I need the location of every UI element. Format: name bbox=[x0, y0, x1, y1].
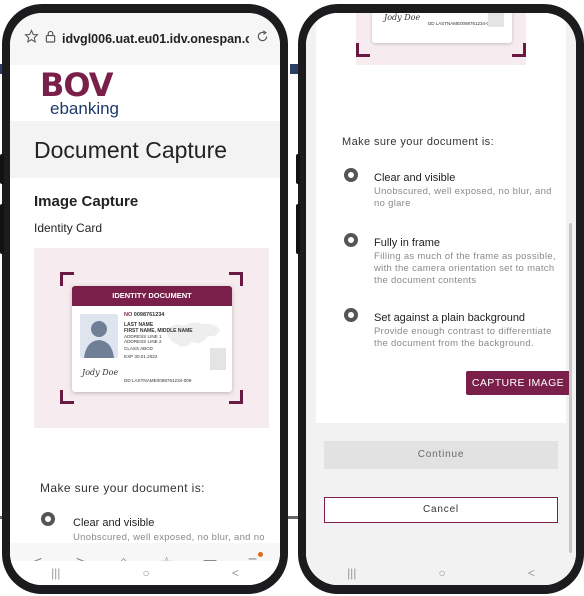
frame-corner bbox=[229, 390, 243, 404]
right-screen: Jody Doe DD LASTNAME0098761234-009 Make … bbox=[306, 13, 576, 585]
id-card-photo bbox=[80, 314, 118, 358]
id-card-dd: DD LASTNAME0098761234-009 bbox=[124, 378, 192, 383]
continue-button[interactable]: Continue bbox=[324, 441, 558, 469]
capture-image-button[interactable]: CAPTURE IMAGE bbox=[466, 371, 570, 395]
instruction-title: Clear and visible bbox=[73, 517, 155, 529]
side-button bbox=[0, 154, 4, 184]
recents-icon[interactable]: ||| bbox=[347, 566, 356, 580]
instructions-card: Jody Doe DD LASTNAME0098761234-009 Make … bbox=[316, 13, 570, 423]
id-card-expiry: EXP 30.01.2022 bbox=[124, 354, 158, 359]
scrollbar[interactable] bbox=[569, 223, 572, 553]
frame-corner bbox=[512, 43, 526, 57]
recents-icon[interactable]: ||| bbox=[51, 566, 60, 580]
radio-icon bbox=[41, 512, 55, 526]
page-title-band: Document Capture bbox=[10, 121, 280, 178]
url-text[interactable]: idvgl006.uat.eu01.idv.onespan.cloud bbox=[62, 32, 249, 46]
phone-left: idvgl006.uat.eu01.idv.onespan.cloud BOV … bbox=[0, 4, 288, 594]
system-back-icon[interactable]: < bbox=[528, 566, 535, 580]
instruction-desc: Unobscured, well exposed, no blur, and n… bbox=[374, 186, 552, 209]
system-nav-bar: ||| ○ < bbox=[306, 561, 576, 585]
notification-dot bbox=[257, 552, 263, 557]
sample-id-card-partial: Jody Doe DD LASTNAME0098761234-009 bbox=[372, 13, 512, 43]
instruction-desc: Filling as much of the frame as possible… bbox=[374, 251, 556, 286]
bov-logo: BOV bbox=[40, 66, 113, 104]
stage: idvgl006.uat.eu01.idv.onespan.cloud BOV … bbox=[0, 0, 584, 596]
instructions-heading: Make sure your document is: bbox=[342, 136, 495, 148]
left-screen: idvgl006.uat.eu01.idv.onespan.cloud BOV … bbox=[10, 13, 280, 585]
bov-header: BOV ebanking bbox=[10, 65, 280, 121]
capture-preview-partial: Jody Doe DD LASTNAME0098761234-009 bbox=[356, 13, 526, 65]
bov-logo-subtitle: ebanking bbox=[50, 99, 120, 118]
document-type-label: Identity Card bbox=[34, 221, 103, 235]
side-button bbox=[0, 204, 4, 254]
frame-corner bbox=[356, 43, 370, 57]
radio-icon bbox=[344, 308, 358, 322]
radio-icon bbox=[344, 168, 358, 182]
frame-corner bbox=[229, 272, 243, 286]
instruction-title: Clear and visible bbox=[374, 172, 456, 184]
id-card-heading: IDENTITY DOCUMENT bbox=[72, 286, 232, 306]
frame-corner bbox=[60, 390, 74, 404]
phone-right: Jody Doe DD LASTNAME0098761234-009 Make … bbox=[296, 4, 584, 594]
id-card-mini-photo bbox=[210, 348, 226, 370]
sample-id-card: IDENTITY DOCUMENT NO 0098761234 LAST NAM… bbox=[72, 286, 232, 392]
instruction-desc: Provide enough contrast to differentiate… bbox=[374, 326, 552, 349]
reload-icon[interactable] bbox=[255, 29, 270, 49]
frame-corner bbox=[60, 272, 74, 286]
system-back-icon[interactable]: < bbox=[232, 566, 239, 580]
id-card-dd: DD LASTNAME0098761234-009 bbox=[428, 21, 495, 26]
id-card-signature: Jody Doe bbox=[384, 13, 421, 22]
id-card-number: NO 0098761234 bbox=[124, 312, 165, 318]
instructions-heading: Make sure your document is: bbox=[40, 481, 205, 495]
id-card-class: CLASS ABCD bbox=[124, 346, 153, 351]
id-card-address-2: ADDRESS LINE 2 bbox=[124, 339, 162, 344]
side-button bbox=[296, 154, 300, 184]
instruction-title: Set against a plain background bbox=[374, 312, 526, 324]
home-button-icon[interactable]: ○ bbox=[143, 566, 150, 580]
browser-address-bar[interactable]: idvgl006.uat.eu01.idv.onespan.cloud bbox=[10, 13, 280, 65]
page-title: Document Capture bbox=[34, 137, 228, 163]
lock-icon bbox=[45, 30, 56, 48]
instruction-title: Fully in frame bbox=[374, 237, 441, 249]
id-card-signature: Jody Doe bbox=[82, 368, 119, 377]
cancel-button[interactable]: Cancel bbox=[324, 497, 558, 523]
capture-preview: IDENTITY DOCUMENT NO 0098761234 LAST NAM… bbox=[34, 248, 269, 428]
star-icon[interactable] bbox=[24, 29, 39, 49]
section-title: Image Capture bbox=[34, 193, 139, 210]
side-button bbox=[296, 204, 300, 254]
home-button-icon[interactable]: ○ bbox=[439, 566, 446, 580]
radio-icon bbox=[344, 233, 358, 247]
id-card-mini-photo bbox=[488, 13, 504, 27]
system-nav-bar: ||| ○ < bbox=[10, 561, 280, 585]
